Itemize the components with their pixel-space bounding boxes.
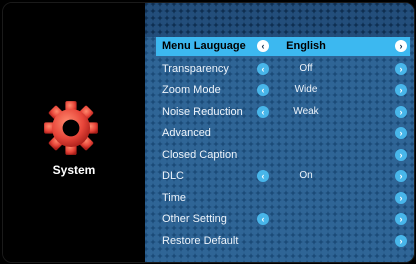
menu-header-band xyxy=(145,3,414,37)
menu-item-label: Zoom Mode xyxy=(162,84,221,96)
arrow-right-icon[interactable]: › xyxy=(395,40,407,52)
menu-item-label: Restore Default xyxy=(162,234,239,247)
menu-item-value: Weak xyxy=(293,105,319,117)
menu-item[interactable]: Menu Lauguage ‹ English › xyxy=(156,37,410,56)
menu-item[interactable]: DLC ‹ On › xyxy=(156,166,412,187)
menu-item-value: On xyxy=(299,170,313,181)
arrow-left-icon[interactable]: ‹ xyxy=(257,84,269,96)
arrow-right-icon[interactable]: › xyxy=(395,127,407,139)
menu-item-label: Time xyxy=(162,191,187,204)
arrow-left-icon[interactable]: ‹ xyxy=(257,170,269,182)
menu-item[interactable]: Zoom Mode ‹ Wide › xyxy=(156,80,412,101)
menu-item[interactable]: Closed Caption › xyxy=(156,145,412,166)
menu-item-label: Transparency xyxy=(162,62,229,75)
arrow-left-icon[interactable]: ‹ xyxy=(257,40,269,52)
arrow-left-icon[interactable]: ‹ xyxy=(257,62,269,75)
arrow-left-icon[interactable]: ‹ xyxy=(257,213,269,225)
arrow-right-icon[interactable]: › xyxy=(395,148,407,161)
arrow-left-icon[interactable]: ‹ xyxy=(257,105,269,118)
arrow-right-icon[interactable]: › xyxy=(395,234,407,247)
menu-item-label: Menu Lauguage xyxy=(162,40,246,52)
arrow-right-icon[interactable]: › xyxy=(395,191,407,204)
arrow-right-icon[interactable]: › xyxy=(395,62,407,75)
menu-item-value: Wide xyxy=(294,84,318,95)
menu-item-value: English xyxy=(286,40,326,52)
menu-item-label: Other Setting xyxy=(162,213,227,225)
category-title: System xyxy=(52,163,96,177)
menu-item[interactable]: Transparency ‹ Off › xyxy=(156,59,412,80)
menu-item-label: DLC xyxy=(162,170,185,182)
arrow-right-icon[interactable]: › xyxy=(395,84,407,96)
menu-item[interactable]: Noise Reduction ‹ Weak › xyxy=(156,102,412,123)
arrow-right-icon[interactable]: › xyxy=(395,105,407,118)
menu-item-label: Noise Reduction xyxy=(162,105,243,118)
menu-item[interactable]: Other Setting ‹ › xyxy=(156,209,412,230)
menu-item[interactable]: Restore Default › xyxy=(156,231,412,252)
menu-item-label: Closed Caption xyxy=(162,148,238,161)
arrow-right-icon[interactable]: › xyxy=(395,213,407,225)
arrow-right-icon[interactable]: › xyxy=(395,170,407,182)
menu-item[interactable]: Time › xyxy=(156,188,412,209)
gear-icon xyxy=(44,101,98,155)
category-panel: System xyxy=(3,3,145,262)
menu-item[interactable]: Advanced › xyxy=(156,123,412,144)
menu-item-label: Advanced xyxy=(162,127,211,139)
menu-item-value: Off xyxy=(299,62,313,74)
